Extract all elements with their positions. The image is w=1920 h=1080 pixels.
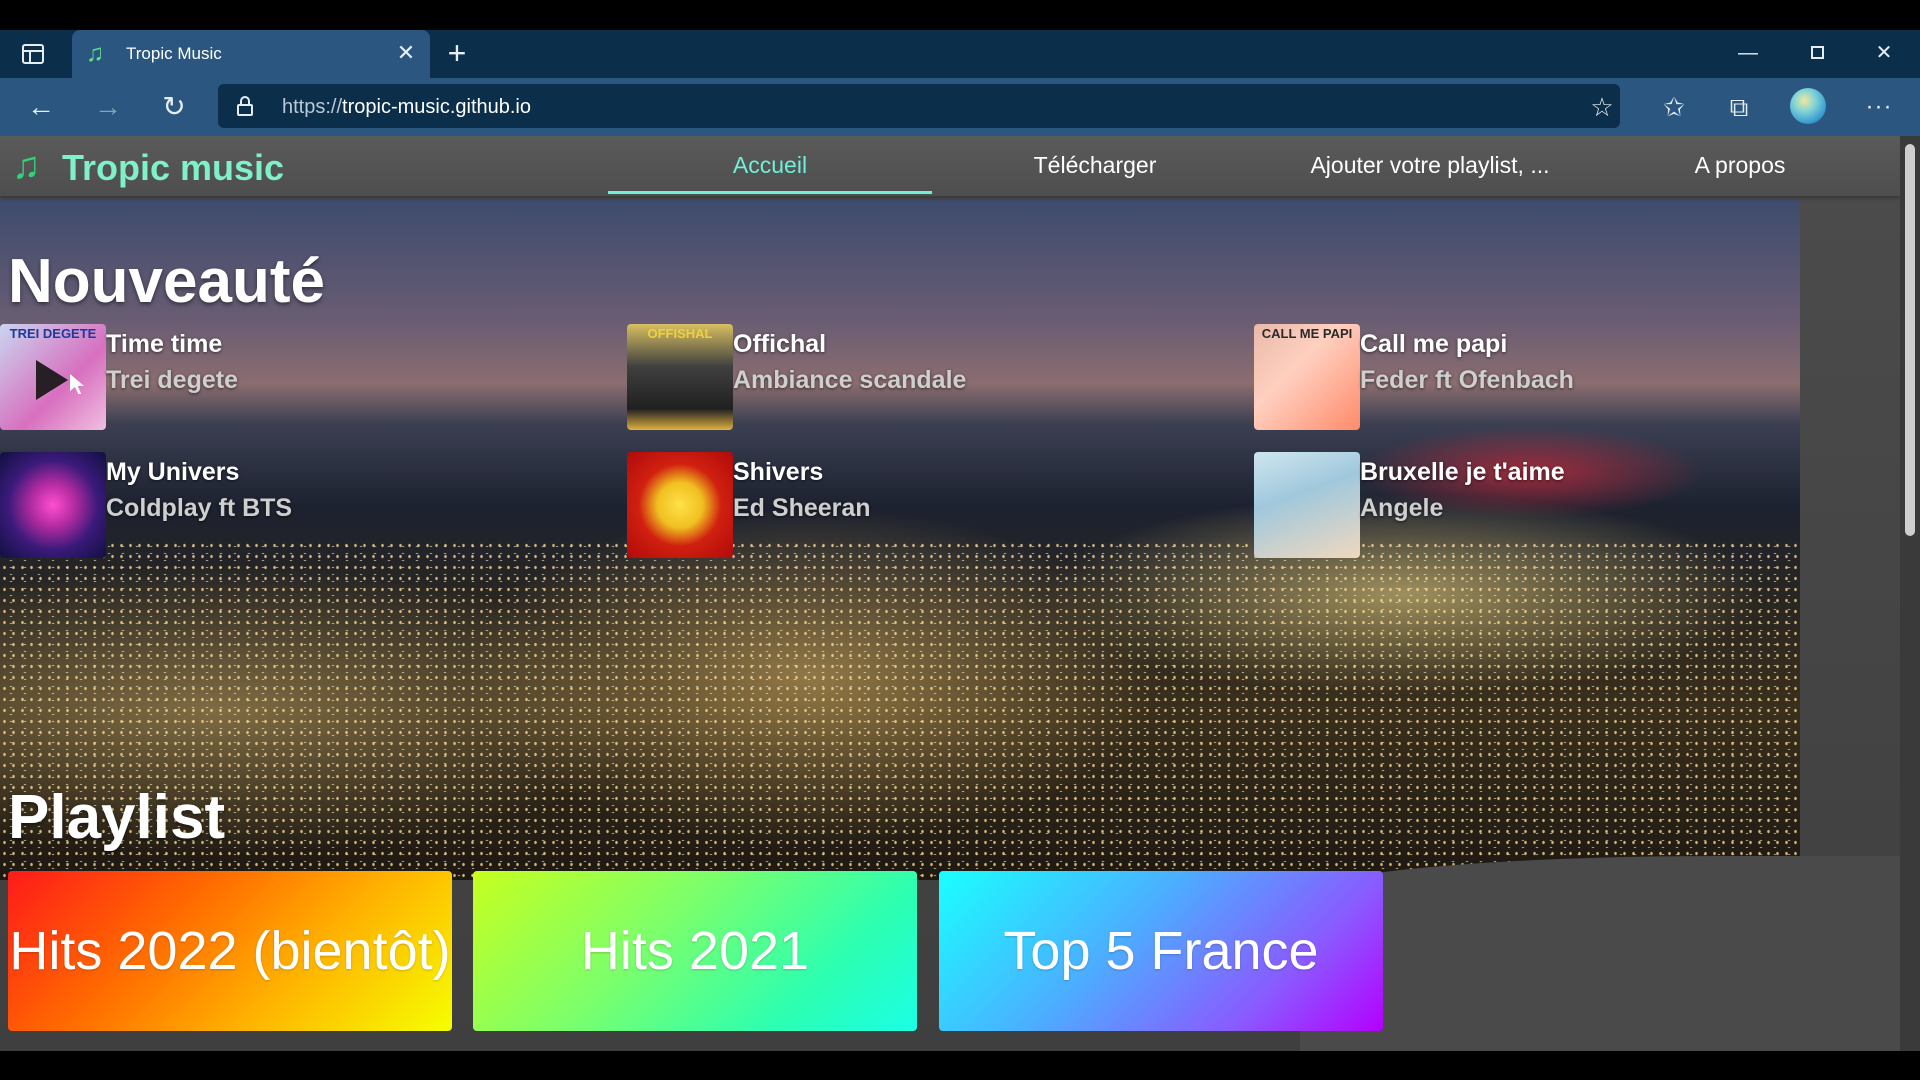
site-header: ♫ Tropic music Accueil Télécharger Ajout… bbox=[0, 136, 1900, 196]
nav-ajouter-playlist[interactable]: Ajouter votre playlist, ... bbox=[1270, 152, 1590, 179]
tab-title: Tropic Music bbox=[126, 44, 222, 63]
song-title: Offichal bbox=[733, 330, 827, 358]
nav-a-propos[interactable]: A propos bbox=[1640, 152, 1840, 179]
song-title: Shivers bbox=[733, 458, 824, 486]
song-cover[interactable] bbox=[1254, 452, 1360, 558]
add-favorite-icon[interactable]: ☆ bbox=[1585, 92, 1619, 122]
screen-bottom-border bbox=[0, 1051, 1920, 1080]
song-cover[interactable]: CALL ME PAPI bbox=[1254, 324, 1360, 430]
song-artist: Coldplay ft BTS bbox=[106, 494, 293, 522]
song-cover[interactable]: TREI DEGETE bbox=[0, 324, 106, 430]
page-viewport: ♫ Tropic music Accueil Télécharger Ajout… bbox=[0, 136, 1920, 1051]
lock-icon[interactable] bbox=[236, 94, 254, 118]
playlist-card-hits-2021[interactable]: Hits 2021 bbox=[473, 871, 917, 1031]
song-cover[interactable] bbox=[0, 452, 106, 558]
playlist-label: Top 5 France bbox=[1003, 921, 1319, 981]
playlist-label: Hits 2022 (bientôt) bbox=[9, 921, 451, 981]
cover-text: OFFISHAL bbox=[647, 326, 713, 341]
song-artist: Ambiance scandale bbox=[733, 366, 967, 394]
close-window-icon[interactable]: ✕ bbox=[1862, 40, 1906, 66]
song-item[interactable]: OFFISHAL Offichal Ambiance scandale bbox=[627, 324, 1147, 430]
profile-avatar[interactable] bbox=[1790, 88, 1826, 124]
scrollbar-thumb[interactable] bbox=[1905, 144, 1915, 536]
mouse-cursor-icon bbox=[70, 374, 84, 394]
favorites-icon[interactable]: ✩ bbox=[1657, 92, 1691, 122]
music-note-icon: ♫ bbox=[86, 40, 104, 67]
tab-actions-icon[interactable] bbox=[22, 44, 44, 64]
song-item[interactable]: CALL ME PAPI Call me papi Feder ft Ofenb… bbox=[1254, 324, 1774, 430]
song-item[interactable]: Shivers Ed Sheeran bbox=[627, 452, 1147, 558]
close-icon[interactable]: ✕ bbox=[394, 41, 418, 65]
song-cover[interactable] bbox=[627, 452, 733, 558]
song-item[interactable]: My Univers Coldplay ft BTS bbox=[0, 452, 520, 558]
music-note-icon: ♫ bbox=[12, 145, 41, 187]
song-title: Call me papi bbox=[1360, 330, 1508, 358]
more-icon[interactable]: ··· bbox=[1862, 92, 1896, 122]
collections-icon[interactable]: ⧉ bbox=[1722, 92, 1756, 122]
plus-icon[interactable]: + bbox=[444, 37, 470, 69]
cover-text: CALL ME PAPI bbox=[1261, 326, 1353, 341]
reload-icon[interactable]: ↻ bbox=[157, 90, 191, 124]
song-artist: Feder ft Ofenbach bbox=[1360, 366, 1574, 394]
cover-text: TREI DEGETE bbox=[9, 326, 97, 341]
screen-top-border bbox=[0, 0, 1920, 30]
song-title: Time time bbox=[106, 330, 223, 358]
site-logo[interactable]: Tropic music bbox=[62, 147, 284, 189]
song-item[interactable]: Bruxelle je t'aime Angele bbox=[1254, 452, 1774, 558]
section-title-nouveaute: Nouveauté bbox=[8, 247, 325, 316]
background-curve bbox=[1300, 856, 1920, 1051]
song-item[interactable]: TREI DEGETE Time time Trei degete bbox=[0, 324, 520, 430]
song-artist: Ed Sheeran bbox=[733, 494, 871, 522]
song-title: Bruxelle je t'aime bbox=[1360, 458, 1565, 486]
playlist-card-hits-2022[interactable]: Hits 2022 (bientôt) bbox=[8, 871, 452, 1031]
section-title-playlist: Playlist bbox=[8, 783, 226, 852]
nav-accueil[interactable]: Accueil bbox=[608, 152, 932, 179]
song-artist: Angele bbox=[1360, 494, 1444, 522]
play-icon[interactable] bbox=[36, 360, 68, 400]
song-title: My Univers bbox=[106, 458, 240, 486]
song-artist: Trei degete bbox=[106, 366, 238, 394]
minimize-icon[interactable]: — bbox=[1726, 40, 1770, 66]
url-text[interactable]: https://tropic-music.github.io bbox=[282, 96, 531, 119]
back-arrow-icon[interactable]: ← bbox=[24, 90, 58, 124]
forward-arrow-icon[interactable]: → bbox=[91, 90, 125, 124]
nav-telecharger[interactable]: Télécharger bbox=[980, 152, 1210, 179]
song-cover[interactable]: OFFISHAL bbox=[627, 324, 733, 430]
playlist-card-top-5-france[interactable]: Top 5 France bbox=[939, 871, 1383, 1031]
playlist-label: Hits 2021 bbox=[580, 921, 810, 981]
restore-icon[interactable] bbox=[1795, 40, 1839, 66]
active-nav-underline bbox=[608, 191, 932, 194]
